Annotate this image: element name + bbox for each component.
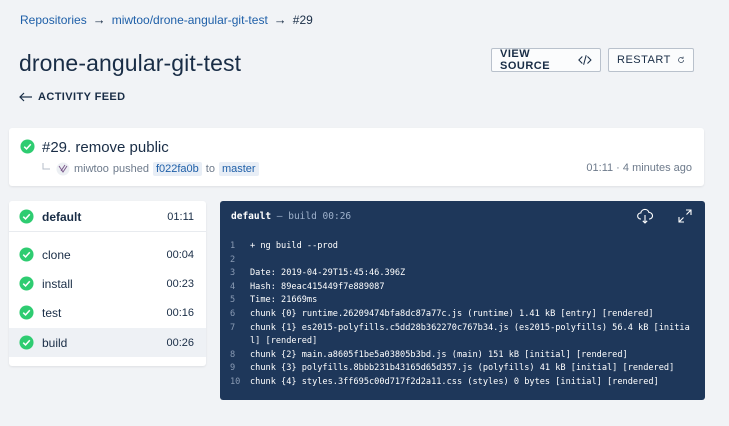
build-title: #29. remove public [42,139,169,156]
refresh-icon [678,56,684,63]
line-number: 6 [230,308,236,319]
success-check-icon [19,247,34,262]
log-line: 8 chunk {2} main.a8605f1be5a03805b3bd.js … [220,349,705,363]
line-number: 2 [230,254,236,265]
log-line: 2 [220,254,705,268]
breadcrumb: Repositories → miwtoo/drone-angular-git-… [20,12,313,27]
line-number: 7 [230,322,236,333]
line-text: chunk {3} polyfills.8bbb231b43165d65d357… [250,363,675,374]
log-output: 1 + ng build --prod 2 3 Date: 2019-04-29T1… [220,240,705,390]
log-line: 10 chunk {4} styles.3ff695c00d717f2d2a11.… [220,376,705,390]
log-separator: — [271,211,289,222]
line-text: Time: 21669ms [250,295,318,306]
log-actions [637,208,693,224]
log-line: 1 + ng build --prod [220,240,705,254]
step-duration: 00:04 [166,248,194,261]
log-step-title: build 00:26 [288,211,352,222]
arrow-right-icon: → [273,12,287,27]
back-to-activity-feed[interactable]: ACTIVITY FEED [19,91,126,103]
step-name: clone [42,247,71,262]
line-text: chunk {1} es2015-polyfills.c5dd28b362270… [250,322,690,347]
log-line: 6 chunk {0} runtime.26209474bfa8dc87a77c.… [220,308,705,322]
line-number: 8 [230,349,236,360]
line-number: 3 [230,268,236,279]
step-build[interactable]: build 00:26 [9,328,206,357]
line-number: 5 [230,295,236,306]
log-panel: default — build 00:26 1 + ng build --prod… [220,201,705,400]
view-source-button[interactable]: VIEW SOURCE [491,48,601,72]
breadcrumb-build: #29 [292,12,313,27]
line-number: 10 [230,376,241,387]
commit-meta: miwtoo pushed f022fa0b to master [42,162,259,176]
commit-sha-link[interactable]: f022fa0b [152,162,202,176]
view-source-label: VIEW SOURCE [500,48,551,72]
line-number: 1 [230,241,236,251]
steps-panel: default 01:11 clone 00:04 install 00:23 … [9,201,206,366]
success-check-icon [19,276,34,291]
build-summary-card: #29. remove public miwtoo pushed f022fa0… [9,128,704,186]
log-header: default — build 00:26 [231,211,351,222]
line-text: Date: 2019-04-29T15:45:46.396Z [250,268,406,279]
download-icon[interactable] [637,208,653,224]
arrow-right-icon: → [92,12,106,27]
line-text: + ng build --prod [250,241,338,251]
success-check-icon [19,335,34,350]
log-line: 7 chunk {1} es2015-polyfills.c5dd28b36227… [220,322,705,349]
stage-name: default [42,209,82,224]
stage-duration: 01:11 [167,210,194,223]
step-name: build [42,335,68,350]
activity-feed-label: ACTIVITY FEED [38,91,126,103]
step-name: install [42,276,73,291]
build-time: 01:11 · 4 minutes ago [586,162,692,174]
code-icon [578,55,592,65]
breadcrumb-repo-link[interactable]: miwtoo/drone-angular-git-test [112,13,268,27]
step-duration: 00:16 [166,306,194,319]
line-text: chunk {2} main.a8605f1be5a03805b3bd.js (… [250,349,628,360]
avatar [56,162,70,176]
success-check-icon [19,305,34,320]
commit-to: to [205,163,215,175]
arrow-left-icon [19,92,32,102]
line-text: chunk {4} styles.3ff695c00d717f2d2a11.cs… [250,376,659,387]
step-test[interactable]: test 00:16 [9,298,206,327]
stage-default[interactable]: default 01:11 [9,202,206,232]
line-text: Hash: 89eac415449f7e889087 [250,281,385,292]
line-number: 4 [230,281,236,292]
restart-button[interactable]: RESTART [608,48,694,72]
restart-label: RESTART [617,54,671,66]
commit-branch-icon [42,163,50,170]
commit-branch-link[interactable]: master [218,162,259,176]
step-install[interactable]: install 00:23 [9,269,206,298]
line-text [250,254,695,268]
step-name: test [42,305,62,320]
success-check-icon [20,139,35,154]
success-check-icon [19,209,34,224]
line-number: 9 [230,363,236,374]
step-duration: 00:26 [166,336,194,349]
step-duration: 00:23 [166,277,194,290]
log-line: 9 chunk {3} polyfills.8bbb231b43165d65d35… [220,362,705,376]
commit-author: miwtoo [74,163,109,175]
log-line: 5 Time: 21669ms [220,294,705,308]
page-title: drone-angular-git-test [19,50,242,76]
log-stage-name: default [231,211,272,222]
expand-icon[interactable] [677,208,693,224]
log-line: 3 Date: 2019-04-29T15:45:46.396Z [220,267,705,281]
line-text: chunk {0} runtime.26209474bfa8dc87a77c.j… [250,308,654,319]
log-line: 4 Hash: 89eac415449f7e889087 [220,281,705,295]
commit-action: pushed [112,163,149,175]
breadcrumb-repositories-link[interactable]: Repositories [20,13,87,27]
step-clone[interactable]: clone 00:04 [9,240,206,269]
